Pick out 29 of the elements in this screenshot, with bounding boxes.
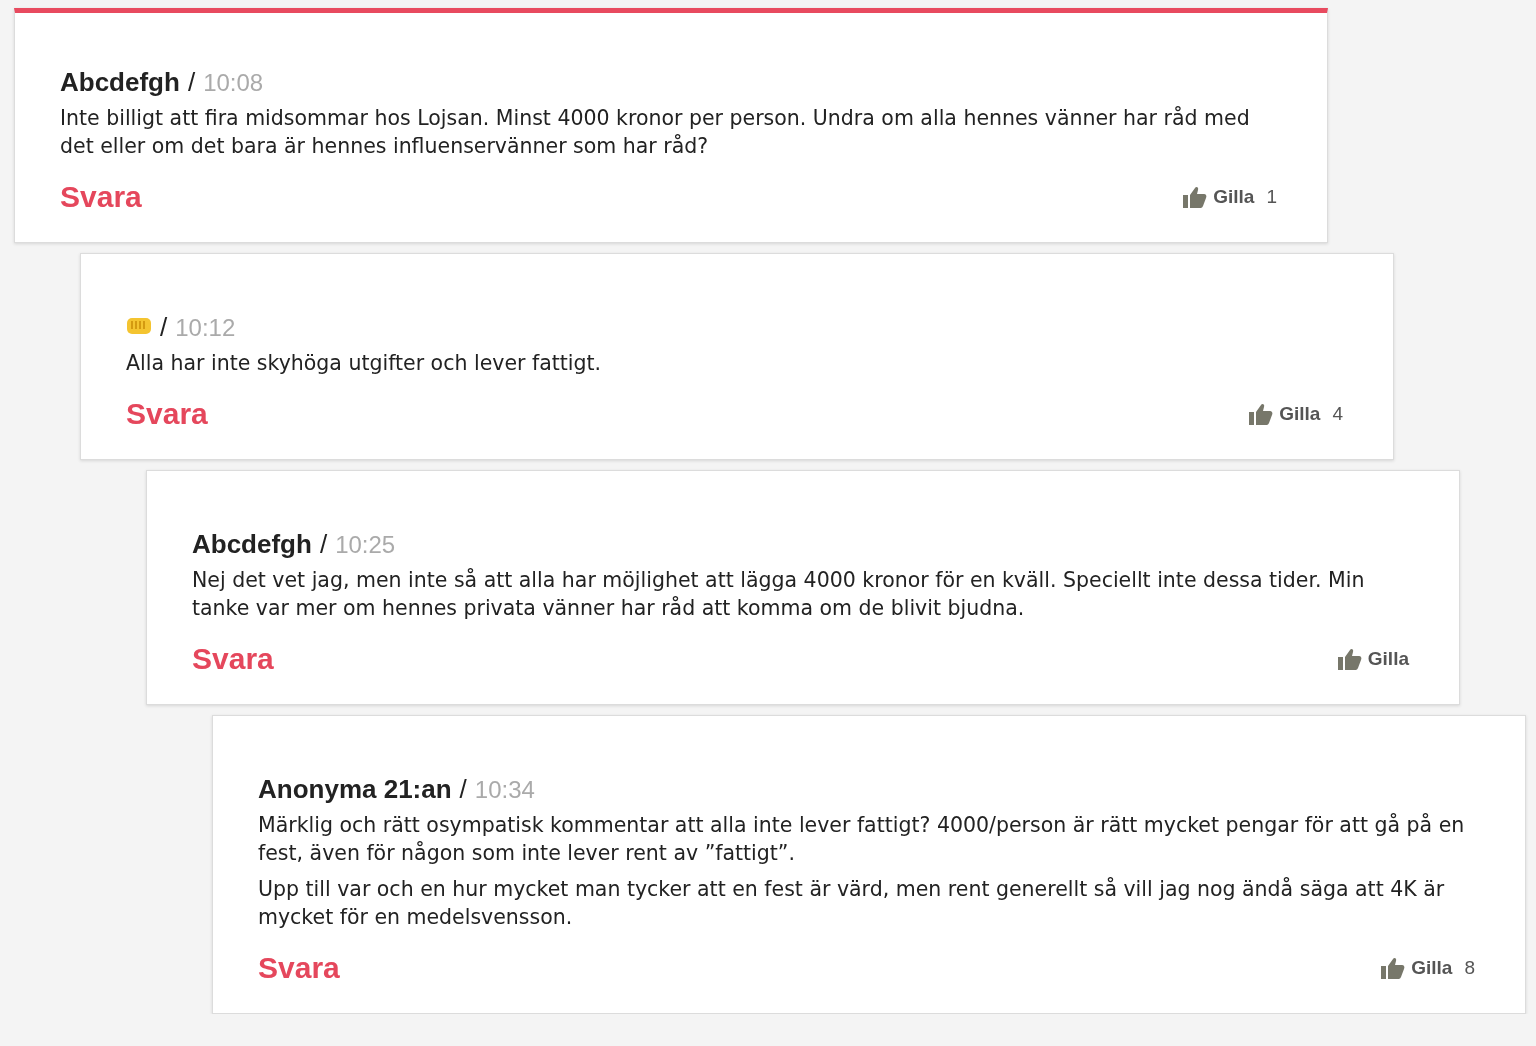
separator: / xyxy=(160,312,168,343)
reply-link[interactable]: Svara xyxy=(258,951,340,985)
like-button[interactable]: Gilla 8 xyxy=(1381,957,1475,979)
comment-text: Alla har inte skyhöga utgifter och lever fattigt. xyxy=(126,350,603,377)
thumbs-up-icon xyxy=(1249,403,1274,425)
comment-time: 10:34 xyxy=(474,776,535,804)
comment-text: Upp till var och en hur mycket man tycker att en fest är värd, men rent generellt så vill jag nog ändå säga att 4K är mycket för en medelsvensson. xyxy=(258,876,1446,931)
author-name: Abcdefgh xyxy=(192,529,312,560)
fist-icon xyxy=(126,316,152,336)
thumbs-up-icon xyxy=(1381,957,1406,979)
separator: / xyxy=(459,774,467,805)
comment-text: Nej det vet jag, men inte så att alla har möjlighet att lägga 4000 kronor för en kväll. Speciellt inte dessa tider. Min tanke var mer om hennes privata vänner har råd att komma om de blivit bjudna. xyxy=(192,567,1366,622)
comment-text: Inte billigt att fira midsommar hos Lojsan. Minst 4000 kronor per person. Undra om alla hennes vänner har råd med det eller om det bara är hennes influenservänner som har råd? xyxy=(60,105,1251,160)
comment-time: 10:12 xyxy=(175,314,236,342)
like-button[interactable]: Gilla 4 xyxy=(1249,403,1343,425)
reply-link[interactable]: Svara xyxy=(192,642,274,676)
author-name: Abcdefgh xyxy=(60,67,180,98)
reply-link[interactable]: Svara xyxy=(60,180,142,214)
comment-time: 10:25 xyxy=(335,531,396,559)
separator: / xyxy=(319,529,328,560)
author-name: Anonyma 21:an xyxy=(258,774,452,805)
like-button[interactable]: Gilla 1 xyxy=(1183,186,1277,208)
thumbs-up-icon xyxy=(1183,186,1208,208)
like-button[interactable]: Gilla xyxy=(1337,648,1409,670)
reply-link[interactable]: Svara xyxy=(126,397,208,431)
thumbs-up-icon xyxy=(1337,648,1362,670)
comment-text: Märklig och rätt osympatisk kommentar att alla inte lever fattigt? 4000/person är rätt mycket pengar för att gå på en fest, även för någon som inte lever rent av ”fattigt”. xyxy=(258,812,1466,867)
comment-time: 10:08 xyxy=(203,69,264,97)
separator: / xyxy=(187,67,196,98)
